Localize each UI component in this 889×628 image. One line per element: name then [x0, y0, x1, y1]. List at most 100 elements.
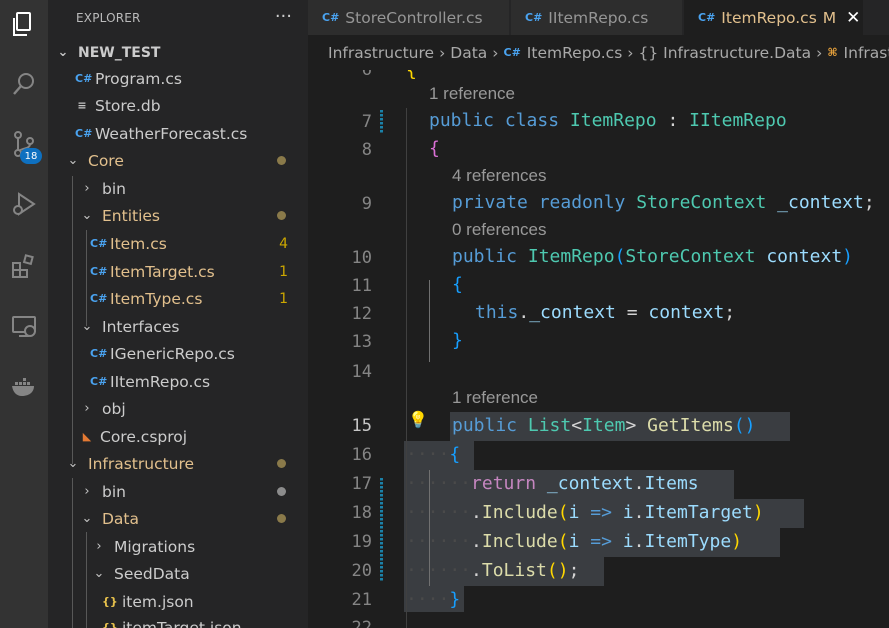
file-item-itemtarget-cs[interactable]: C# ItemTarget.cs 1: [48, 258, 308, 285]
csharp-file-icon: C#: [90, 237, 108, 250]
codelens-references[interactable]: 1 reference: [452, 388, 538, 408]
file-item-igenericrepo-cs[interactable]: C# IGenericRepo.cs: [48, 340, 308, 367]
csharp-file-icon: C#: [90, 347, 108, 360]
file-item-core-csproj[interactable]: ◣ Core.csproj: [48, 423, 308, 450]
chevron-down-icon: ⌄: [81, 208, 93, 223]
docker-icon[interactable]: [0, 362, 48, 410]
file-label: Core.csproj: [100, 427, 188, 446]
breadcrumb-item[interactable]: Infrastructure...: [844, 44, 889, 62]
tab-iitemrepo[interactable]: C# IItemRepo.cs: [511, 0, 683, 35]
explorer-sidebar: EXPLORER ··· ⌄ NEW_TEST C# Program.cs ≡ …: [48, 0, 308, 628]
folder-item-migrations[interactable]: › Migrations: [48, 533, 308, 560]
run-debug-icon[interactable]: [0, 180, 48, 228]
codelens-references[interactable]: 4 references: [452, 166, 547, 186]
chevron-right-icon: ›: [96, 539, 102, 554]
git-change-bar[interactable]: [380, 478, 383, 582]
code-line: public class ItemRepo : IItemRepo: [429, 110, 787, 131]
line-number: 21: [351, 590, 372, 610]
extensions-icon[interactable]: [0, 242, 48, 290]
explorer-icon[interactable]: [0, 0, 48, 48]
lightbulb-icon[interactable]: 💡: [408, 410, 428, 429]
csharp-file-icon: C#: [698, 11, 716, 24]
chevron-right-icon: ›: [84, 484, 90, 499]
problem-count: 4: [279, 235, 288, 252]
chevron-down-icon: ⌄: [81, 319, 93, 334]
codelens-references[interactable]: 1 reference: [429, 84, 515, 104]
folder-item-obj[interactable]: › obj: [48, 395, 308, 422]
file-label: Item.cs: [110, 234, 167, 253]
code-line: ······.ToList();: [406, 560, 580, 581]
workspace-root[interactable]: ⌄ NEW_TEST: [48, 39, 308, 66]
file-label: WeatherForecast.cs: [95, 124, 248, 143]
tab-storecontroller[interactable]: C# StoreController.cs: [308, 0, 510, 35]
folder-item-bin[interactable]: › bin: [48, 478, 308, 505]
code-line: public List<Item> GetItems(): [452, 415, 756, 436]
file-label: IItemRepo.cs: [110, 372, 211, 391]
problem-count: 1: [279, 290, 288, 307]
chevron-right-icon: ›: [84, 401, 90, 416]
chevron-down-icon: ⌄: [67, 456, 79, 471]
chevron-right-icon: ›: [627, 43, 634, 62]
file-item-itemtarget-json[interactable]: {} itemTarget.json: [48, 614, 308, 628]
folder-item-bin[interactable]: › bin: [48, 175, 308, 202]
file-label: item.json: [122, 592, 194, 611]
file-label: itemTarget.json: [122, 618, 242, 628]
explorer-title: EXPLORER: [76, 10, 141, 25]
remote-explorer-icon[interactable]: [0, 302, 48, 350]
csharp-file-icon: C#: [503, 46, 521, 59]
file-item-item-json[interactable]: {} item.json: [48, 588, 308, 615]
csharp-file-icon: C#: [90, 375, 108, 388]
file-item-iitemrepo-cs[interactable]: C# IItemRepo.cs: [48, 368, 308, 395]
file-item-program-cs[interactable]: C# Program.cs: [48, 65, 308, 92]
folder-item-interfaces[interactable]: ⌄ Interfaces: [48, 313, 308, 340]
line-number: 15: [351, 416, 372, 436]
folder-item-infrastructure[interactable]: ⌄ Infrastructure: [48, 450, 308, 477]
breadcrumb-item[interactable]: ItemRepo.cs: [527, 44, 622, 62]
line-number: 10: [351, 248, 372, 268]
folder-label: SeedData: [114, 564, 190, 583]
folder-item-entities[interactable]: ⌄ Entities: [48, 202, 308, 229]
code-editor[interactable]: 💡 6 { 1 reference 7 public class ItemRep…: [308, 70, 889, 628]
source-control-icon[interactable]: 18: [0, 120, 48, 168]
chevron-down-icon: ⌄: [93, 566, 105, 581]
tab-itemrepo[interactable]: C# ItemRepo.cs M ✕: [684, 0, 864, 35]
line-number: 9: [361, 194, 372, 214]
file-item-itemtype-cs[interactable]: C# ItemType.cs 1: [48, 285, 308, 312]
breadcrumb-item[interactable]: Infrastructure: [328, 44, 434, 62]
line-number: 7: [361, 112, 372, 132]
search-icon[interactable]: [0, 60, 48, 108]
file-item-weatherforecast-cs[interactable]: C# WeatherForecast.cs: [48, 120, 308, 147]
file-label: ItemTarget.cs: [110, 262, 215, 281]
line-number: 16: [351, 445, 372, 465]
chevron-right-icon: ›: [84, 181, 90, 196]
breadcrumb: Infrastructure › Data › C# ItemRepo.cs ›…: [308, 35, 889, 70]
git-change-bar[interactable]: [380, 110, 383, 134]
code-line: ······.Include(i => i.ItemType): [406, 531, 743, 552]
codelens-references[interactable]: 0 references: [452, 220, 547, 240]
folder-item-core[interactable]: ⌄ Core: [48, 147, 308, 174]
breadcrumb-item[interactable]: Data: [450, 44, 487, 62]
breadcrumb-item[interactable]: {} Infrastructure.Data: [638, 44, 811, 62]
folder-item-seeddata[interactable]: ⌄ SeedData: [48, 560, 308, 587]
file-label: Program.cs: [95, 69, 182, 88]
code-line: {: [452, 274, 463, 295]
code-line: public ItemRepo(StoreContext context): [452, 246, 854, 267]
csharp-file-icon: C#: [90, 292, 108, 305]
line-number: 11: [351, 276, 372, 296]
editor-tabs: C# StoreController.cs C# IItemRepo.cs C#…: [308, 0, 889, 35]
line-number: 13: [351, 332, 372, 352]
class-symbol-icon: ⌘: [827, 46, 838, 59]
more-actions-button[interactable]: ···: [275, 6, 292, 27]
folder-label: obj: [102, 399, 126, 418]
file-item-store-db[interactable]: ≡ Store.db: [48, 92, 308, 119]
tab-label: ItemRepo.cs: [721, 8, 817, 27]
chevron-right-icon: ›: [439, 43, 446, 62]
file-item-item-cs[interactable]: C# Item.cs 4: [48, 230, 308, 257]
folder-item-data[interactable]: ⌄ Data: [48, 505, 308, 532]
modified-dot: [277, 211, 286, 220]
code-line: {: [406, 70, 417, 81]
code-line: ····{: [406, 444, 461, 465]
line-number: 8: [361, 140, 372, 160]
close-icon[interactable]: ✕: [846, 8, 860, 28]
folder-label: Data: [102, 509, 140, 528]
